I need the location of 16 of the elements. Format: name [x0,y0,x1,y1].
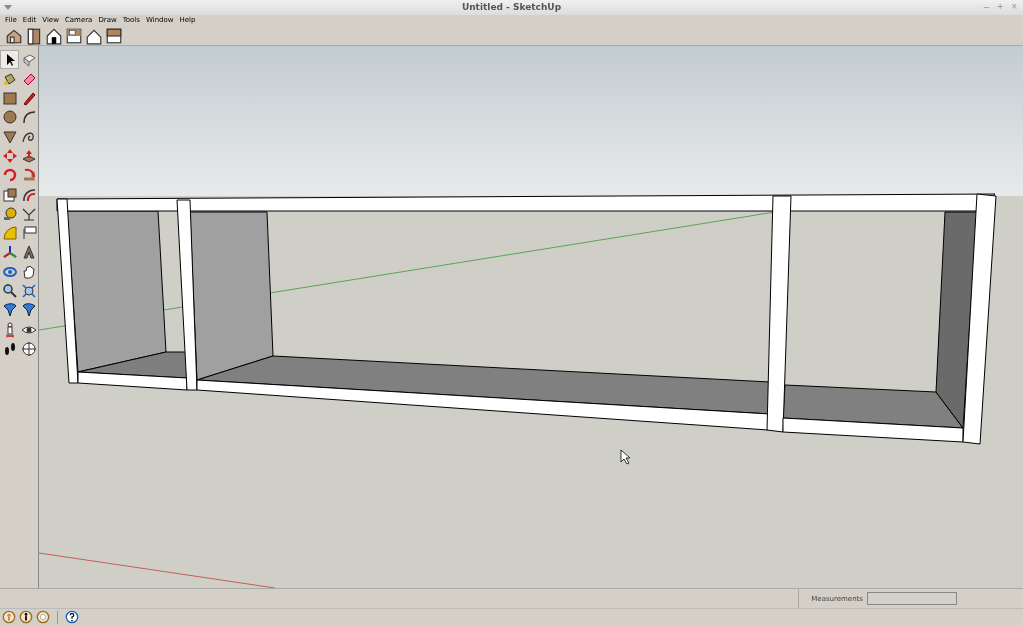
bottom-view-icon[interactable] [105,26,123,45]
house-front-icon[interactable] [45,26,63,45]
credits-icon[interactable] [19,610,33,625]
arrow-cursor-icon[interactable] [0,49,19,70]
help-icon[interactable] [65,610,79,625]
door-icon[interactable] [25,26,43,45]
crosshair-icon[interactable] [19,339,38,359]
window-title: Untitled - SketchUp [461,2,562,13]
3d-viewport[interactable] [39,45,1023,588]
top-view-icon[interactable] [65,26,83,45]
shelf-model-drawing[interactable] [56,193,997,445]
geo-location-icon[interactable] [2,610,16,625]
user-icon[interactable] [36,610,50,625]
measurements-field[interactable] [867,592,957,606]
window-menu-icon[interactable] [4,4,12,11]
mouse-cursor-icon [620,449,631,465]
